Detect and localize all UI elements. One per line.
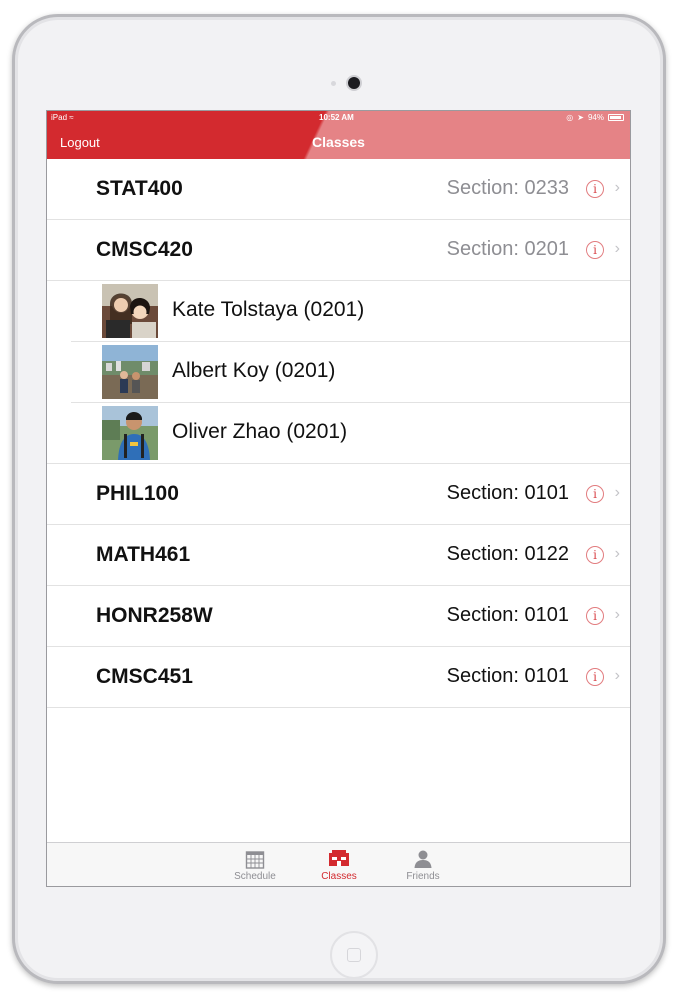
friend-row[interactable]: Kate Tolstaya (0201) <box>47 281 630 342</box>
info-icon[interactable]: i <box>586 668 604 686</box>
class-section: Section: 0233 <box>446 177 569 199</box>
class-code: STAT400 <box>96 177 183 200</box>
chevron-right-icon: › <box>614 667 620 684</box>
friend-name: Kate Tolstaya (0201) <box>172 298 365 321</box>
chevron-right-icon: › <box>614 606 620 623</box>
status-carrier: iPad ≈ <box>51 113 74 122</box>
navigation-bar: iPad ≈ 10:52 AM ◎ ➤ 94% Logout Classes <box>47 111 630 159</box>
rotation-lock-icon: ◎ <box>566 113 574 122</box>
info-icon[interactable]: i <box>586 241 604 259</box>
info-icon[interactable]: i <box>586 485 604 503</box>
classes-list: STAT400 Section: 0233 i › CMSC420 Section: 02… <box>47 159 630 708</box>
person-icon <box>414 850 432 868</box>
friend-row[interactable]: Oliver Zhao (0201) <box>47 403 630 464</box>
friend-name: Oliver Zhao (0201) <box>172 420 348 443</box>
location-icon: ➤ <box>577 113 584 122</box>
battery-icon <box>608 114 624 121</box>
home-square-icon <box>347 948 361 962</box>
class-section: Section: 0101 <box>446 604 569 626</box>
info-icon[interactable]: i <box>586 546 604 564</box>
tab-friends[interactable]: Friends <box>388 849 458 882</box>
class-row[interactable]: STAT400 Section: 0233 i › <box>47 159 630 220</box>
class-code: CMSC451 <box>96 665 193 688</box>
class-section: Section: 0122 <box>446 543 569 565</box>
home-button[interactable] <box>330 931 378 979</box>
class-section: Section: 0101 <box>446 482 569 504</box>
avatar <box>102 345 158 399</box>
chevron-right-icon: › <box>614 545 620 562</box>
tab-bar: Schedule Classes Friends <box>47 842 630 886</box>
class-code: MATH461 <box>96 543 191 566</box>
wifi-icon: ≈ <box>69 113 74 122</box>
chevron-right-icon: › <box>614 484 620 501</box>
class-row[interactable]: HONR258W Section: 0101 i › <box>47 586 630 647</box>
chevron-right-icon: › <box>614 240 620 257</box>
tab-friends-label: Friends <box>406 871 440 882</box>
app-screen: iPad ≈ 10:52 AM ◎ ➤ 94% Logout Classes S… <box>46 110 631 887</box>
avatar <box>102 284 158 338</box>
class-section: Section: 0201 <box>446 238 569 260</box>
info-icon[interactable]: i <box>586 180 604 198</box>
status-indicators: ◎ ➤ 94% <box>566 113 624 122</box>
class-code: PHIL100 <box>96 482 179 505</box>
status-time: 10:52 AM <box>319 113 354 122</box>
class-row[interactable]: MATH461 Section: 0122 i › <box>47 525 630 586</box>
camera-icon <box>348 77 360 89</box>
class-row[interactable]: CMSC451 Section: 0101 i › <box>47 647 630 708</box>
class-code: CMSC420 <box>96 238 193 261</box>
calendar-icon <box>245 851 265 869</box>
battery-percent: 94% <box>587 113 604 122</box>
classes-icon <box>329 850 349 866</box>
sensor-dot <box>331 81 336 86</box>
friend-row[interactable]: Albert Koy (0201) <box>47 342 630 403</box>
page-title: Classes <box>312 134 365 150</box>
friend-name: Albert Koy (0201) <box>172 359 336 382</box>
tab-schedule[interactable]: Schedule <box>220 849 290 882</box>
class-row[interactable]: PHIL100 Section: 0101 i › <box>47 464 630 525</box>
info-icon[interactable]: i <box>586 607 604 625</box>
avatar <box>102 406 158 460</box>
class-code: HONR258W <box>96 604 213 627</box>
class-row[interactable]: CMSC420 Section: 0201 i › <box>47 220 630 281</box>
tab-classes-label: Classes <box>321 871 357 882</box>
chevron-right-icon: › <box>614 179 620 196</box>
tab-classes[interactable]: Classes <box>304 849 374 882</box>
tab-schedule-label: Schedule <box>234 871 276 882</box>
class-section: Section: 0101 <box>446 665 569 687</box>
